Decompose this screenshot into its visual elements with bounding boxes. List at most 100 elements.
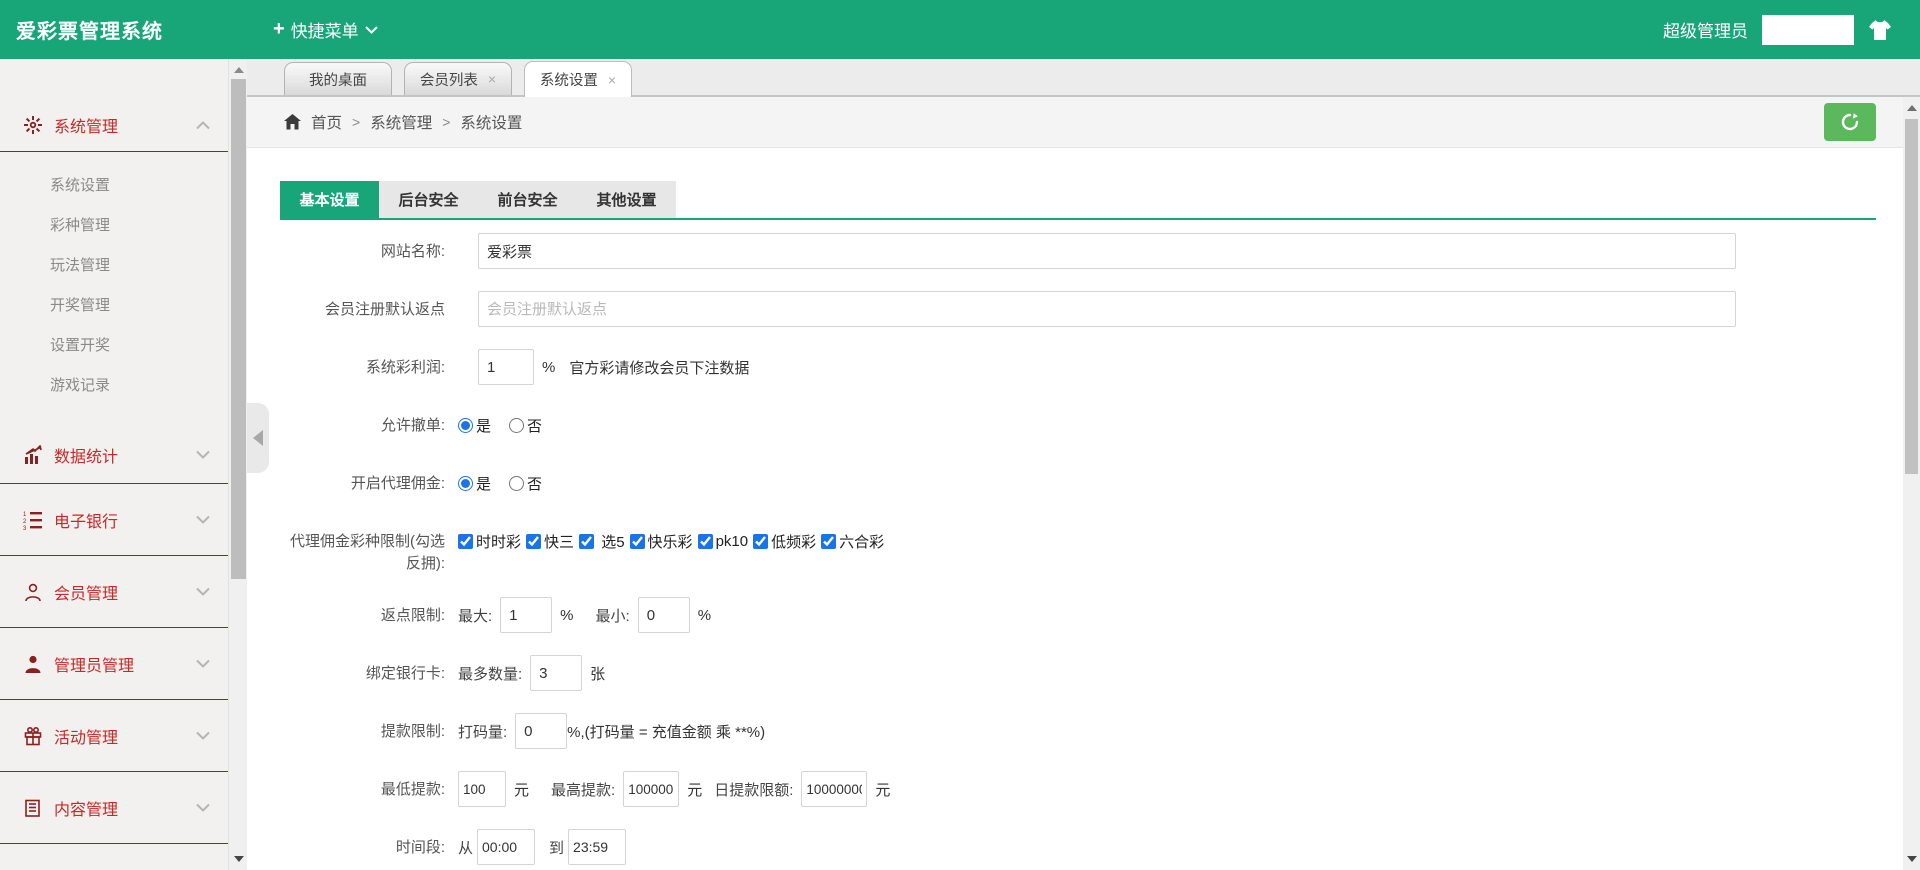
sidebar-subitem-system-settings[interactable]: 系统设置 — [0, 166, 228, 206]
sidebar-subitem-lottery-mgmt[interactable]: 彩种管理 — [0, 206, 228, 246]
agent-commission-yes-radio[interactable]: 是 — [458, 473, 491, 494]
content-scrollbar-thumb[interactable] — [1905, 119, 1918, 474]
tab-other-settings[interactable]: 其他设置 — [577, 181, 676, 218]
rebate-min-input[interactable] — [638, 597, 690, 633]
form-row-site-name: 网站名称: — [280, 233, 1876, 269]
sidebar-scrollbar-thumb[interactable] — [231, 79, 246, 579]
scroll-up-arrow[interactable] — [1903, 99, 1920, 117]
lottery-checkbox-ssc[interactable]: 时时彩 — [458, 531, 521, 552]
sidebar-item-member-mgmt[interactable]: 会员管理 — [0, 556, 228, 627]
sidebar-item-activity-mgmt[interactable]: 活动管理 — [0, 700, 228, 771]
sidebar-item-data-stats[interactable]: 数据统计 — [0, 426, 228, 483]
tab-basic-settings[interactable]: 基本设置 — [280, 181, 379, 218]
max-withdraw-input[interactable] — [623, 771, 679, 807]
shirt-icon[interactable] — [1868, 19, 1892, 41]
window-tab-system-settings[interactable]: 系统设置 × — [524, 61, 632, 97]
radio-input[interactable] — [458, 476, 473, 491]
breadcrumb-current: 系统设置 — [460, 111, 522, 133]
bar-chart-icon — [22, 445, 44, 465]
time-from-input[interactable] — [477, 829, 535, 865]
checkbox-input[interactable] — [458, 534, 473, 549]
allow-cancel-yes-radio[interactable]: 是 — [458, 415, 491, 436]
radio-label: 是 — [476, 473, 491, 494]
username-box[interactable] — [1762, 15, 1854, 45]
scroll-down-arrow[interactable] — [1903, 850, 1920, 868]
daily-limit-input[interactable] — [801, 771, 867, 807]
sidebar-item-ops-mgmt[interactable]: 运维管理 — [0, 844, 228, 870]
form-row-default-rebate: 会员注册默认返点 — [280, 291, 1876, 327]
window-tab-member-list[interactable]: 会员列表 × — [404, 62, 512, 95]
sidebar-item-label: 管理员管理 — [54, 652, 196, 676]
default-rebate-input[interactable] — [478, 291, 1736, 327]
user-filled-icon — [22, 654, 44, 674]
checkbox-input[interactable] — [630, 534, 645, 549]
radio-label: 否 — [527, 415, 542, 436]
rebate-max-input[interactable] — [500, 597, 552, 633]
time-to-input[interactable] — [568, 829, 626, 865]
scroll-down-arrow[interactable] — [229, 850, 248, 868]
tab-backend-security[interactable]: 后台安全 — [379, 181, 478, 218]
lottery-checkbox-k3[interactable]: 快三 — [526, 531, 574, 552]
checkbox-input[interactable] — [698, 534, 713, 549]
profit-note: 官方彩请修改会员下注数据 — [569, 357, 749, 378]
breadcrumb-system-mgmt[interactable]: 系统管理 — [370, 111, 432, 133]
scroll-up-arrow[interactable] — [229, 61, 248, 79]
lottery-checkbox-dpc[interactable]: 低频彩 — [753, 531, 816, 552]
checkbox-input[interactable] — [753, 534, 768, 549]
lottery-checkbox-pk10[interactable]: pk10 — [698, 533, 749, 550]
radio-input[interactable] — [509, 476, 524, 491]
sidebar-item-content-mgmt[interactable]: 内容管理 — [0, 772, 228, 843]
chevron-down-icon — [365, 26, 378, 34]
checkbox-input[interactable] — [821, 534, 836, 549]
checkbox-input[interactable] — [579, 534, 594, 549]
breadcrumb-home[interactable]: 首页 — [311, 111, 342, 133]
allow-cancel-no-radio[interactable]: 否 — [509, 415, 542, 436]
radio-input[interactable] — [458, 418, 473, 433]
tab-frontend-security[interactable]: 前台安全 — [478, 181, 577, 218]
gift-icon — [22, 726, 44, 746]
window-tab-label: 会员列表 — [420, 69, 478, 90]
sidebar-subitem-set-draw[interactable]: 设置开奖 — [0, 326, 228, 366]
radio-input[interactable] — [509, 418, 524, 433]
content-scrollbar[interactable] — [1903, 97, 1920, 870]
site-name-input[interactable] — [478, 233, 1736, 269]
topbar: 爱彩票管理系统 + 快捷菜单 超级管理员 — [0, 0, 1920, 59]
close-icon[interactable]: × — [608, 73, 616, 87]
system-profit-input[interactable] — [478, 349, 534, 385]
svg-text:2: 2 — [23, 519, 27, 525]
breadcrumb-row: 首页 > 系统管理 > 系统设置 — [247, 97, 1920, 148]
sidebar-collapse-handle[interactable] — [247, 403, 269, 473]
sidebar-item-label: 会员管理 — [54, 580, 196, 604]
checkbox-input[interactable] — [526, 534, 541, 549]
sidebar-subitem-play-mgmt[interactable]: 玩法管理 — [0, 246, 228, 286]
refresh-button[interactable] — [1824, 103, 1876, 141]
sidebar-subitem-draw-mgmt[interactable]: 开奖管理 — [0, 286, 228, 326]
window-tab-label: 系统设置 — [540, 69, 598, 90]
field-label: 返点限制: — [280, 597, 445, 627]
percent-unit: % — [698, 607, 711, 624]
checkbox-label: pk10 — [716, 533, 749, 550]
close-icon[interactable]: × — [488, 72, 496, 86]
lottery-checkbox-lhc[interactable]: 六合彩 — [821, 531, 884, 552]
turnover-input[interactable] — [515, 713, 567, 749]
form-row-system-profit: 系统彩利润: % 官方彩请修改会员下注数据 — [280, 349, 1876, 385]
min-withdraw-input[interactable] — [458, 771, 506, 807]
sidebar-item-label: 数据统计 — [54, 443, 196, 467]
plus-icon: + — [273, 18, 285, 41]
sidebar-subitem-game-records[interactable]: 游戏记录 — [0, 366, 228, 406]
sidebar-item-label: 内容管理 — [54, 796, 196, 820]
field-label: 代理佣金彩种限制(勾选反拥): — [280, 523, 445, 575]
sidebar-scrollbar[interactable] — [228, 59, 247, 870]
form-row-allow-cancel: 允许撤单: 是 否 — [280, 407, 1876, 443]
lottery-checkbox-x5[interactable]: 选5 — [579, 531, 625, 552]
lottery-checkbox-klc[interactable]: 快乐彩 — [630, 531, 693, 552]
window-tab-desktop[interactable]: 我的桌面 — [284, 62, 392, 95]
sidebar-item-system-mgmt[interactable]: 系统管理 — [0, 99, 228, 151]
agent-commission-no-radio[interactable]: 否 — [509, 473, 542, 494]
checkbox-label: 低频彩 — [771, 531, 816, 552]
quick-menu-button[interactable]: + 快捷菜单 — [273, 17, 378, 42]
field-label: 系统彩利润: — [280, 349, 445, 379]
sidebar-item-admin-mgmt[interactable]: 管理员管理 — [0, 628, 228, 699]
bank-card-count-input[interactable] — [530, 655, 582, 691]
sidebar-item-e-bank[interactable]: 1 2 3 电子银行 — [0, 484, 228, 555]
